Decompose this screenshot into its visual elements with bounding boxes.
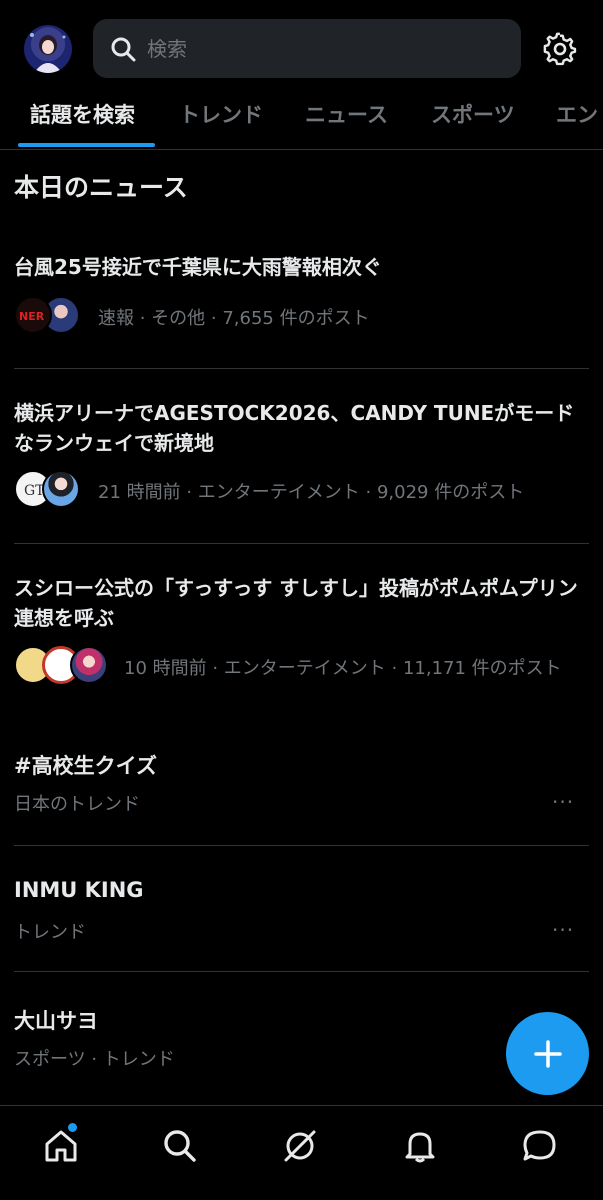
tab-sports[interactable]: スポーツ xyxy=(431,96,515,148)
trend-item[interactable]: INMU KING トレンド ··· xyxy=(0,876,603,972)
gear-icon[interactable] xyxy=(543,32,577,66)
news-meta: 10 時間前 · エンターテイメント · 11,171 件のポスト xyxy=(124,658,562,679)
plus-icon xyxy=(533,1039,562,1068)
grok-icon[interactable] xyxy=(282,1128,318,1164)
top-bar xyxy=(0,0,603,100)
trend-title: #高校生クイズ xyxy=(14,754,157,778)
tab-news[interactable]: ニュース xyxy=(305,96,388,148)
news-item[interactable]: スシロー公式の「すっすっす すしすし」投稿がポムポムプリン連想を呼ぶ 10 時間… xyxy=(0,571,603,711)
message-icon[interactable] xyxy=(522,1128,558,1164)
bottom-navigation xyxy=(0,1105,603,1200)
svg-text:NER: NER xyxy=(19,310,45,323)
news-thumbnails: NER xyxy=(14,296,80,334)
news-thumbnail: NER xyxy=(14,296,52,334)
divider xyxy=(14,845,589,846)
trend-category: スポーツ · トレンド xyxy=(14,1049,175,1070)
active-tab-indicator xyxy=(18,143,155,147)
search-input[interactable] xyxy=(147,36,467,61)
trend-title: INMU KING xyxy=(14,878,144,902)
tab-for-you[interactable]: 話題を検索 xyxy=(30,96,135,148)
home-icon[interactable] xyxy=(43,1128,79,1164)
trend-category: 日本のトレンド xyxy=(14,794,140,815)
news-meta: 速報 · その他 · 7,655 件のポスト xyxy=(98,308,370,329)
trend-category: トレンド xyxy=(14,922,86,943)
tab-entertainment[interactable]: エン xyxy=(556,96,598,148)
notification-dot xyxy=(68,1123,77,1132)
news-headline: 台風25号接近で千葉県に大雨警報相次ぐ xyxy=(14,255,382,279)
compose-button[interactable] xyxy=(506,1012,589,1095)
bell-icon[interactable] xyxy=(402,1128,438,1164)
news-item[interactable]: 横浜アリーナでAGESTOCK2026、CANDY TUNEがモードなランウェイ… xyxy=(0,396,603,544)
search-icon xyxy=(111,37,136,61)
news-thumbnail xyxy=(70,646,108,684)
explore-screen: 話題を検索 トレンド ニュース スポーツ エン 本日のニュース 台風25号接近で… xyxy=(0,0,603,1200)
explore-tabs: 話題を検索 トレンド ニュース スポーツ エン xyxy=(0,96,603,150)
divider xyxy=(14,543,589,544)
search-field[interactable] xyxy=(93,19,521,78)
tab-trending[interactable]: トレンド xyxy=(179,96,263,148)
section-title: 本日のニュース xyxy=(14,173,188,202)
news-headline: スシロー公式の「すっすっす すしすし」投稿がポムポムプリン連想を呼ぶ xyxy=(14,576,578,630)
more-options-icon[interactable]: ··· xyxy=(552,790,574,814)
news-thumbnails xyxy=(14,646,108,684)
profile-avatar[interactable] xyxy=(24,25,72,73)
divider xyxy=(14,368,589,369)
news-item[interactable]: 台風25号接近で千葉県に大雨警報相次ぐ NER 速報 · その他 · 7,655… xyxy=(0,248,603,368)
news-thumbnail xyxy=(42,470,80,508)
news-headline: 横浜アリーナでAGESTOCK2026、CANDY TUNEがモードなランウェイ… xyxy=(14,401,575,455)
search-icon[interactable] xyxy=(162,1128,198,1164)
news-meta: 21 時間前 · エンターテイメント · 9,029 件のポスト xyxy=(98,482,525,503)
more-options-icon[interactable]: ··· xyxy=(552,918,574,942)
trend-item[interactable]: #高校生クイズ 日本のトレンド ··· xyxy=(0,748,603,846)
news-thumbnails: GT xyxy=(14,470,80,508)
divider xyxy=(14,971,589,972)
trend-title: 大山サヨ xyxy=(14,1009,98,1033)
